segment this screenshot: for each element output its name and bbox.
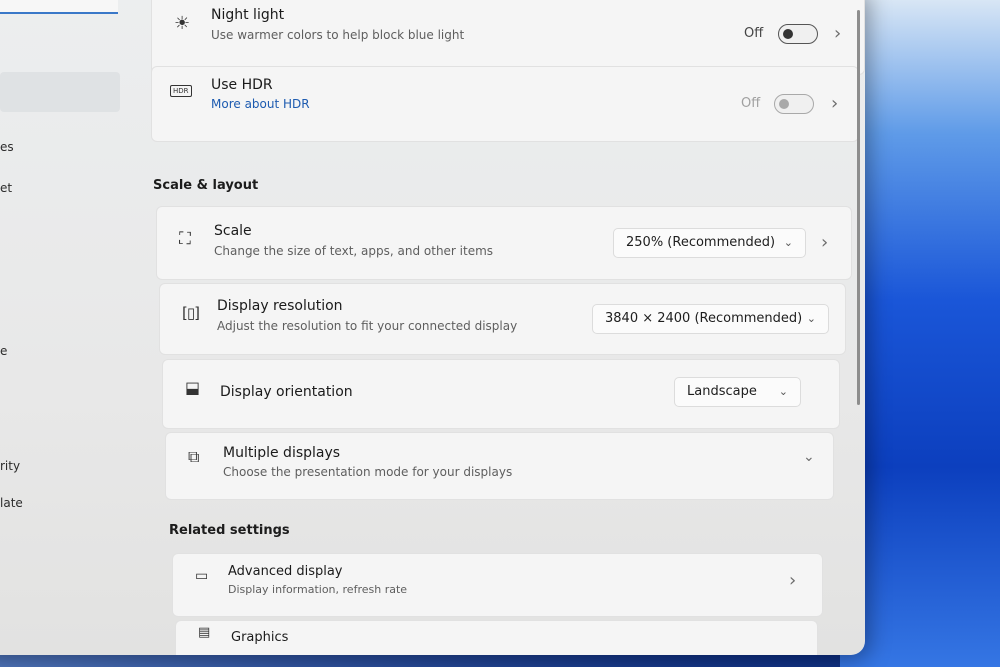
display-resolution-title: Display resolution (217, 298, 343, 314)
hdr-card[interactable]: HDR Use HDR More about HDR Off › (151, 66, 859, 142)
graphics-icon: ▤ (198, 625, 211, 640)
sidebar-item-network[interactable]: et (0, 181, 12, 195)
laptop-icon: ▭ (195, 568, 209, 584)
advanced-display-card[interactable]: ▭ Advanced display Display information, … (172, 553, 823, 617)
scale-dropdown[interactable]: 250% (Recommended) ⌄ (613, 228, 806, 258)
display-orientation-title: Display orientation (220, 384, 353, 400)
display-orientation-value: Landscape (687, 384, 757, 399)
chevron-right-icon[interactable]: › (834, 23, 841, 44)
chevron-right-icon[interactable]: › (821, 232, 828, 253)
more-about-hdr-link[interactable]: More about HDR (211, 97, 310, 111)
multiple-displays-card[interactable]: ⧉ Multiple displays Choose the presentat… (165, 432, 834, 500)
display-resolution-card[interactable]: [▯] Display resolution Adjust the resolu… (159, 283, 846, 355)
multiple-displays-subtitle: Choose the presentation mode for your di… (223, 465, 513, 479)
display-orientation-dropdown[interactable]: Landscape ⌄ (674, 377, 801, 407)
sidebar-selected-item[interactable] (0, 72, 120, 112)
chevron-down-icon: ⌄ (806, 312, 816, 325)
hdr-toggle[interactable] (774, 94, 814, 114)
orientation-icon: ⬓ (185, 378, 201, 397)
advanced-display-title: Advanced display (228, 564, 343, 579)
related-settings-heading: Related settings (169, 523, 290, 538)
hdr-state: Off (741, 96, 761, 111)
sidebar-item-privacy-security[interactable]: rity (0, 459, 20, 473)
sidebar: es et e rity late (0, 0, 130, 655)
sidebar-item-time-language[interactable]: e (0, 344, 7, 358)
sidebar-item-devices[interactable]: es (0, 140, 14, 154)
scale-title: Scale (214, 223, 252, 239)
night-light-card[interactable]: ☀ Night light Use warmer colors to help … (151, 0, 865, 75)
chevron-down-icon: ⌄ (778, 385, 788, 398)
display-resolution-dropdown[interactable]: 3840 × 2400 (Recommended) ⌄ (592, 304, 829, 334)
scrollbar[interactable] (857, 10, 860, 405)
hdr-title: Use HDR (211, 77, 273, 93)
display-resolution-value: 3840 × 2400 (Recommended) (605, 311, 803, 326)
graphics-title: Graphics (231, 630, 289, 645)
scale-subtitle: Change the size of text, apps, and other… (214, 244, 494, 258)
chevron-down-icon: ⌄ (783, 236, 793, 249)
display-orientation-card[interactable]: ⬓ Display orientation Landscape ⌄ (162, 359, 840, 429)
night-light-subtitle: Use warmer colors to help block blue lig… (211, 28, 465, 42)
scale-card[interactable]: ⛶ Scale Change the size of text, apps, a… (156, 206, 852, 280)
chevron-right-icon[interactable]: › (831, 93, 838, 114)
display-resolution-subtitle: Adjust the resolution to fit your connec… (217, 319, 518, 333)
graphics-card[interactable]: ▤ Graphics (175, 620, 818, 655)
hdr-icon: HDR (170, 85, 192, 97)
night-light-title: Night light (211, 7, 285, 23)
advanced-display-subtitle: Display information, refresh rate (228, 583, 408, 596)
settings-window: es et e rity late ☀ Night light Use warm… (0, 0, 865, 655)
chevron-right-icon[interactable]: › (789, 570, 796, 591)
resolution-icon: [▯] (182, 304, 200, 322)
night-light-toggle[interactable] (778, 24, 818, 44)
sidebar-item-windows-update[interactable]: late (0, 496, 23, 510)
multiple-displays-title: Multiple displays (223, 445, 341, 461)
multiple-displays-icon: ⧉ (188, 447, 200, 466)
scale-layout-heading: Scale & layout (153, 178, 259, 193)
brightness-sun-icon: ☀ (174, 13, 191, 34)
chevron-down-icon[interactable]: ⌄ (803, 449, 815, 465)
scale-icon: ⛶ (179, 229, 191, 249)
night-light-state: Off (744, 26, 764, 41)
scale-value: 250% (Recommended) (626, 235, 776, 250)
search-box[interactable] (0, 0, 118, 14)
